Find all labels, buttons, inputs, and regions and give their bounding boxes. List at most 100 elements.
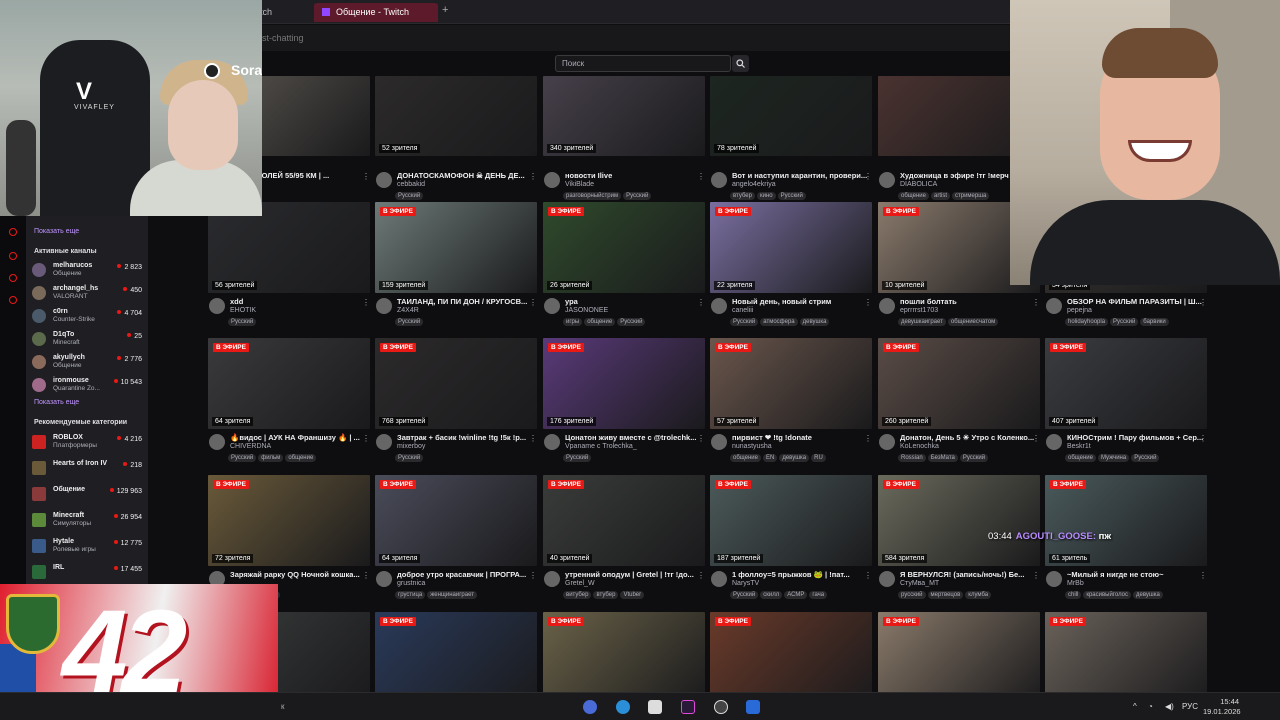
tag[interactable]: витубер [563, 591, 592, 599]
stream-title[interactable]: ОБЗОР НА ФИЛЬМ ПАРАЗИТЫ | Ш... [1067, 297, 1203, 306]
show-more-link-2[interactable]: Показать еще [34, 399, 79, 406]
channel-name[interactable]: pepejna [1067, 307, 1092, 314]
more-options-icon[interactable]: ⋮ [1199, 571, 1207, 580]
channel-name[interactable]: angelo4ekriya [732, 181, 776, 188]
more-options-icon[interactable]: ⋮ [362, 571, 370, 580]
tag[interactable]: барвики [1140, 318, 1169, 326]
more-options-icon[interactable]: ⋮ [1199, 434, 1207, 443]
stream-card[interactable]: В ЭФИРЕ 176 зрителей Цонатон живу вместе с… [543, 338, 705, 468]
channel-name[interactable]: caneliii [732, 307, 753, 314]
tag[interactable]: artist [930, 192, 950, 200]
channel-name[interactable]: grustnica [397, 580, 425, 587]
channel-avatar[interactable] [1046, 434, 1062, 450]
stream-title[interactable]: 1 фоллоу=5 прыжков 🐸 | !пат... [732, 570, 868, 579]
new-tab-button[interactable]: + [442, 4, 448, 16]
stream-title[interactable]: утренний оподум | Gretel | !тг !до... [565, 570, 701, 579]
stream-thumbnail[interactable]: В ЭФИРЕ 72 зрителя [208, 475, 370, 566]
channel-avatar[interactable] [879, 434, 895, 450]
tag[interactable]: Русский [617, 318, 646, 326]
steam-app-icon[interactable] [714, 700, 728, 714]
stream-title[interactable]: Новый день, новый стрим [732, 297, 868, 306]
channel-avatar[interactable] [376, 434, 392, 450]
tag[interactable]: БезМата [927, 454, 958, 462]
tag[interactable]: holidayhoopla [1065, 318, 1109, 326]
stream-thumbnail[interactable]: В ЭФИРЕ 57 зрителей [710, 338, 872, 429]
more-options-icon[interactable]: ⋮ [697, 298, 705, 307]
stream-title[interactable]: 🔥видос | АУК НА Франшизу 🔥 | ... [230, 433, 366, 442]
more-options-icon[interactable]: ⋮ [362, 298, 370, 307]
stream-thumbnail[interactable]: В ЭФИРЕ 61 зритель [1045, 475, 1207, 566]
tag[interactable]: Русский [959, 454, 989, 462]
channel-avatar[interactable] [1046, 571, 1062, 587]
rail-icon-3[interactable] [9, 274, 17, 282]
stream-card[interactable]: В ЭФИРЕ 40 зрителей утренний оподум | Gret… [543, 475, 705, 605]
channel-avatar[interactable] [544, 571, 560, 587]
clock[interactable]: 15:44 19.01.2026 [1203, 697, 1241, 717]
obs-app-icon[interactable] [681, 700, 695, 714]
channel-avatar[interactable] [1046, 298, 1062, 314]
archive-app-icon[interactable] [648, 700, 662, 714]
tag[interactable]: общение [584, 318, 616, 326]
browser-app-icon[interactable] [583, 700, 597, 714]
stream-title[interactable]: Донатон, День 5 ☀ Утро с Коленко... [900, 433, 1036, 442]
tag[interactable]: девушка [799, 318, 830, 326]
more-options-icon[interactable]: ⋮ [864, 172, 872, 181]
search-input[interactable]: Поиск [555, 55, 731, 72]
channel-name[interactable]: KoLenochka [900, 443, 939, 450]
more-options-icon[interactable]: ⋮ [529, 298, 537, 307]
tag[interactable]: женщинаиграет [427, 591, 477, 599]
tag[interactable]: Rossian [898, 454, 926, 462]
sidebar-channel-item[interactable]: akyullych Общение 2 776 [30, 354, 146, 370]
tag[interactable]: фильм [258, 454, 284, 462]
more-options-icon[interactable]: ⋮ [1032, 571, 1040, 580]
tag[interactable]: Русский [228, 318, 257, 326]
tag[interactable]: девушкаиграет [898, 318, 946, 326]
stream-title[interactable]: ДОНАТОСКАМОФОН ☠ ДЕНЬ ДЕ... [397, 171, 533, 180]
tag[interactable]: общение [898, 192, 929, 200]
stream-card[interactable]: В ЭФИРЕ 64 зрителя доброе утро красавчик |… [375, 475, 537, 605]
channel-name[interactable]: Gretel_W [565, 580, 595, 587]
sidebar-category-item[interactable]: IRL 17 455 [30, 564, 146, 580]
tag[interactable]: chill [1065, 591, 1082, 599]
tag[interactable]: Мужчина [1097, 454, 1130, 462]
stream-thumbnail[interactable]: В ЭФИРЕ 584 зрителя [878, 475, 1040, 566]
channel-avatar[interactable] [879, 571, 895, 587]
sidebar-category-item[interactable]: ROBLOX Платформеры 4 216 [30, 434, 146, 450]
tag[interactable]: скилл [760, 591, 783, 599]
channel-avatar[interactable] [376, 172, 392, 188]
stream-title[interactable]: новости Ilive [565, 171, 701, 180]
tag[interactable]: девушка [779, 454, 810, 462]
stream-title[interactable]: Я ВЕРНУЛСЯ! (запись/ночь!) Бе... [900, 570, 1036, 579]
tag[interactable]: АСМР [784, 591, 808, 599]
tag[interactable]: красивыйголос [1083, 591, 1132, 599]
stream-title[interactable]: пирвист ❤ !tg !donate [732, 433, 868, 442]
stream-thumbnail[interactable]: В ЭФИРЕ [375, 612, 537, 703]
stream-card[interactable]: В ЭФИРЕ 768 зрителей Завтрак + басик !winl… [375, 338, 537, 468]
tag[interactable]: Русский [395, 454, 424, 462]
channel-avatar[interactable] [376, 571, 392, 587]
tag[interactable]: грустица [395, 591, 426, 599]
stream-title[interactable]: доброе утро красавчик | ПРОГРА... [397, 570, 533, 579]
tag[interactable]: Русский [1110, 318, 1139, 326]
tag[interactable]: Русский [623, 192, 652, 200]
tag[interactable]: Русский [1131, 454, 1160, 462]
channel-name[interactable]: СтуМва_МТ [900, 580, 939, 587]
stream-card[interactable]: В ЭФИРЕ 187 зрителей 1 фоллоу=5 прыжков 🐸 … [710, 475, 872, 605]
channel-avatar[interactable] [711, 571, 727, 587]
stream-title[interactable]: Завтрак + басик !winline !tg !5к !р... [397, 433, 533, 442]
channel-name[interactable]: eprrrrst1703 [900, 307, 938, 314]
more-options-icon[interactable]: ⋮ [1032, 434, 1040, 443]
stream-thumbnail[interactable]: В ЭФИРЕ 187 зрителей [710, 475, 872, 566]
channel-name[interactable]: MrBb [1067, 580, 1084, 587]
tag[interactable]: Русский [730, 591, 759, 599]
stream-thumbnail[interactable]: В ЭФИРЕ [543, 612, 705, 703]
tag[interactable]: втубер [593, 591, 619, 599]
tag[interactable]: Русский [228, 454, 257, 462]
stream-thumbnail[interactable]: В ЭФИРЕ 159 зрителей [375, 202, 537, 293]
stream-title[interactable]: ТАИЛАНД, ПИ ПИ ДОН / КРУГОСВ... [397, 297, 533, 306]
stream-thumbnail[interactable]: В ЭФИРЕ 64 зрителя [208, 338, 370, 429]
tag[interactable]: Vtuber [620, 591, 645, 599]
stream-thumbnail[interactable]: В ЭФИРЕ 176 зрителей [543, 338, 705, 429]
sidebar-channel-item[interactable]: archangel_hs VALORANT 450 [30, 285, 146, 301]
more-options-icon[interactable]: ⋮ [864, 434, 872, 443]
